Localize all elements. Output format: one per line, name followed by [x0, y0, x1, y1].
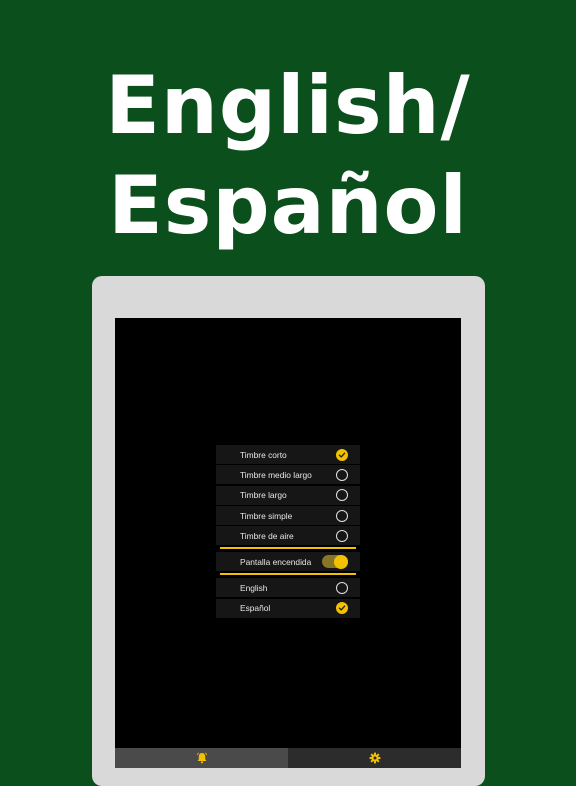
screen-on-toggle[interactable]	[322, 554, 348, 569]
tablet-frame: Timbre corto Timbre medio largo Timbre l…	[92, 276, 485, 786]
app-screen: Timbre corto Timbre medio largo Timbre l…	[115, 318, 461, 768]
option-label: Timbre largo	[240, 490, 287, 501]
option-label: Timbre de aire	[240, 530, 294, 541]
bell-icon	[196, 752, 207, 764]
radio-checked-icon[interactable]	[336, 448, 348, 461]
language-option-spanish[interactable]: Español	[216, 598, 360, 618]
divider	[220, 573, 356, 576]
language-option-english[interactable]: English	[216, 578, 360, 598]
option-label: Español	[240, 603, 271, 614]
tab-alarm[interactable]	[115, 748, 288, 768]
option-label: Timbre corto	[240, 449, 287, 460]
headline-line-2: Español	[108, 159, 468, 252]
radio-unchecked-icon[interactable]	[336, 509, 348, 522]
radio-checked-icon[interactable]	[336, 602, 348, 615]
radio-unchecked-icon[interactable]	[336, 468, 348, 481]
divider	[220, 547, 356, 550]
screen-on-setting[interactable]: Pantalla encendida	[216, 552, 360, 572]
headline-line-1: English/	[105, 59, 471, 152]
tab-settings[interactable]	[288, 748, 461, 768]
gear-icon	[369, 752, 380, 764]
sound-option-air[interactable]: Timbre de aire	[216, 526, 360, 546]
sound-option-long[interactable]: Timbre largo	[216, 485, 360, 505]
option-label: Pantalla encendida	[240, 556, 312, 567]
sound-option-simple[interactable]: Timbre simple	[216, 506, 360, 526]
radio-unchecked-icon[interactable]	[336, 529, 348, 542]
radio-unchecked-icon[interactable]	[336, 489, 348, 502]
option-label: Timbre simple	[240, 510, 293, 521]
sound-option-medium-long[interactable]: Timbre medio largo	[216, 465, 360, 485]
option-label: English	[240, 582, 268, 593]
toggle-knob	[334, 554, 348, 569]
option-label: Timbre medio largo	[240, 469, 312, 480]
settings-panel: Timbre corto Timbre medio largo Timbre l…	[216, 445, 360, 619]
radio-unchecked-icon[interactable]	[336, 581, 348, 594]
sound-option-short[interactable]: Timbre corto	[216, 445, 360, 464]
headline: English/ Español	[0, 56, 576, 256]
bottom-tab-bar	[115, 748, 461, 768]
